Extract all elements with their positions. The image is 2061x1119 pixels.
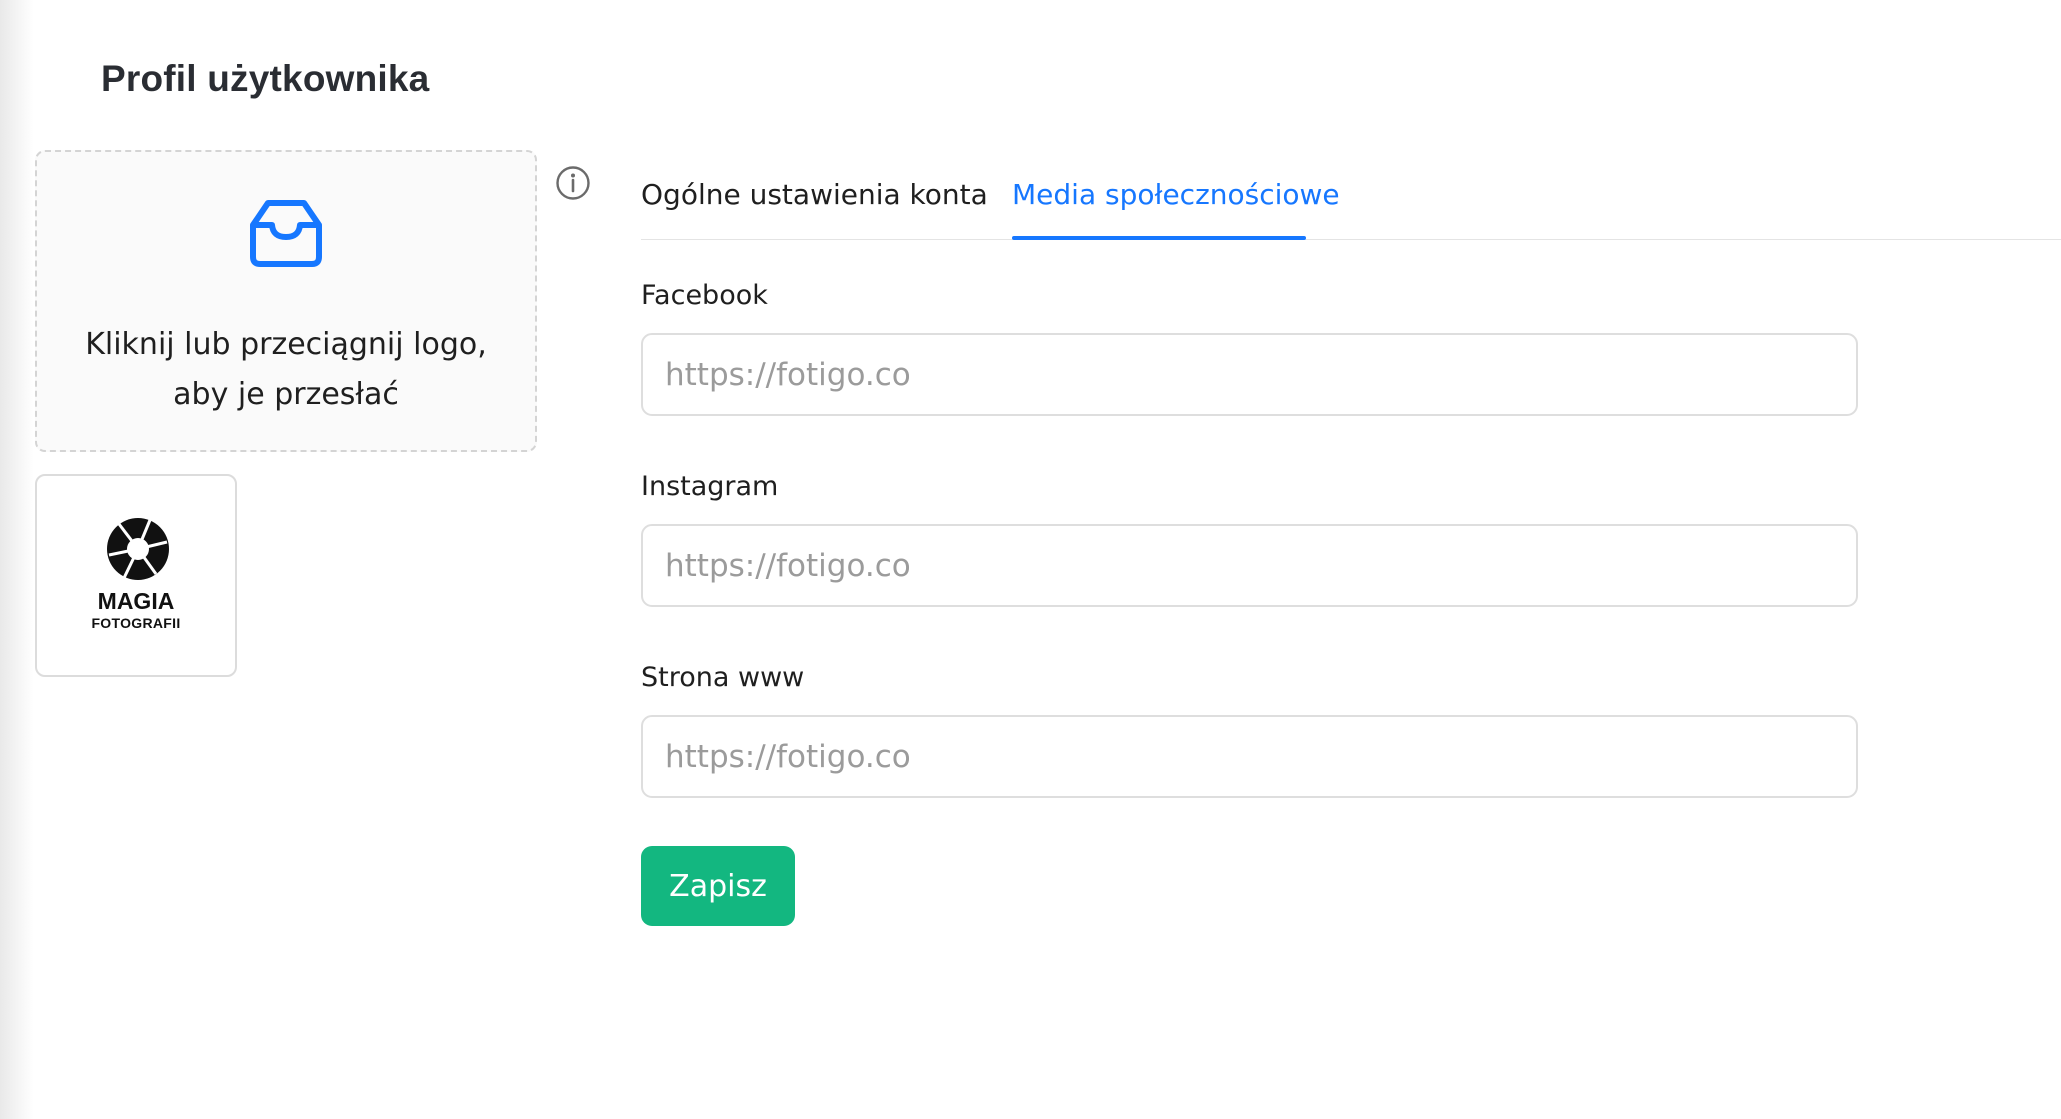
website-input[interactable] [641, 715, 1858, 798]
uploaded-logo-thumbnail[interactable]: MAGIA FOTOGRAFII [35, 474, 237, 677]
upload-hint-line-1: Kliknij lub przeciągnij logo, [85, 327, 487, 362]
facebook-input[interactable] [641, 333, 1858, 416]
page-title: Profil użytkownika [101, 58, 430, 99]
website-label: Strona www [641, 662, 805, 693]
upload-hint-line-2: aby je przesłać [173, 377, 399, 412]
info-circle-icon[interactable] [555, 165, 591, 201]
upload-hint: Kliknij lub przeciągnij logo, aby je prz… [37, 320, 535, 420]
settings-tabs: Ogólne ustawienia konta Media społecznoś… [641, 170, 2061, 240]
camera-aperture-icon [107, 518, 169, 580]
facebook-label: Facebook [641, 280, 768, 311]
tab-general-account-settings[interactable]: Ogólne ustawienia konta [641, 178, 988, 211]
active-tab-indicator [1012, 236, 1306, 240]
tab-social-media[interactable]: Media społecznościowe [1012, 178, 1340, 211]
logo-subtitle: FOTOGRAFII [91, 615, 181, 631]
save-button[interactable]: Zapisz [641, 846, 795, 926]
instagram-label: Instagram [641, 471, 779, 502]
inbox-icon [250, 200, 322, 267]
logo-upload-dropzone[interactable]: Kliknij lub przeciągnij logo, aby je prz… [35, 150, 537, 452]
sidebar-edge [0, 0, 34, 1119]
instagram-input[interactable] [641, 524, 1858, 607]
logo-name: MAGIA [97, 588, 175, 614]
